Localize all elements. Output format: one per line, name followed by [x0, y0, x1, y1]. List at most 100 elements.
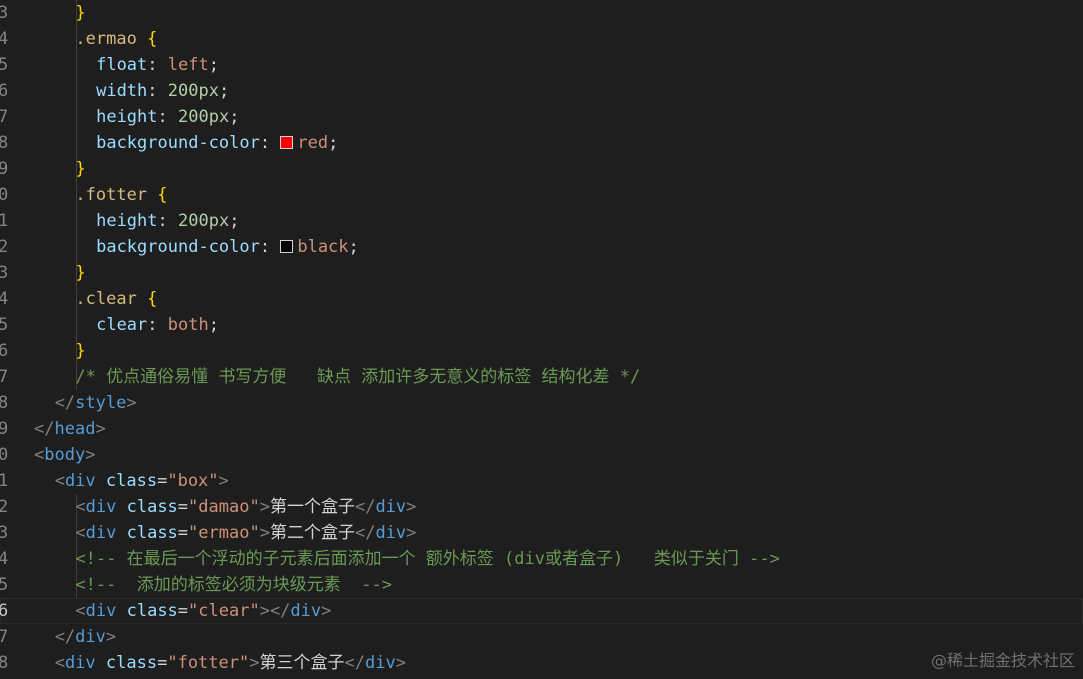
line-number: 7	[0, 367, 9, 387]
code-line[interactable]: 3 <div class="ermao">第二个盒子</div>	[0, 520, 1083, 546]
color-swatch[interactable]	[280, 240, 294, 253]
line-number: 0	[0, 185, 9, 205]
code-token: >	[218, 471, 229, 491]
code-token: div	[364, 653, 396, 673]
code-token: height	[96, 211, 158, 231]
code-line[interactable]: 3}	[0, 260, 1083, 286]
code-line[interactable]: 0 .fotter {	[0, 182, 1083, 208]
code-token: >	[406, 497, 417, 517]
code-token: 第三个盒子	[259, 653, 345, 673]
line-number: 9	[0, 419, 9, 439]
color-swatch[interactable]	[280, 136, 294, 149]
code-token: </	[344, 653, 365, 673]
code-token: >	[105, 627, 117, 647]
code-token: background-color	[96, 133, 260, 153]
code-text: </style>	[55, 390, 137, 416]
code-token: }	[75, 3, 86, 23]
code-line[interactable]: 1 <div class="box">	[0, 468, 1083, 494]
code-token: :	[259, 237, 281, 257]
code-line[interactable]: 9}	[0, 156, 1083, 182]
code-token: background-color	[96, 237, 260, 257]
code-line[interactable]: 4 .clear {	[0, 286, 1083, 312]
code-line[interactable]: 4 <!-- 在最后一个浮动的子元素后面添加一个 额外标签 (div或者盒子) 类…	[0, 546, 1083, 572]
code-token: {	[157, 185, 168, 205]
line-number: 5	[0, 575, 9, 595]
code-token: width	[96, 81, 148, 101]
code-token: :	[157, 211, 178, 231]
code-text: <div class="clear"></div>	[75, 598, 331, 624]
code-text: }	[75, 338, 85, 364]
code-line[interactable]: 0 <body>	[0, 442, 1083, 468]
code-line[interactable]: 6 width: 200px;	[0, 78, 1083, 104]
code-token: "clear"	[188, 601, 260, 621]
watermark: @稀土掘金技术社区	[930, 651, 1075, 670]
code-token: div	[85, 523, 117, 543]
code-text: .fotter {	[75, 182, 167, 208]
code-token: div	[375, 497, 407, 517]
code-line[interactable]: 4 .ermao {	[0, 26, 1083, 52]
code-line[interactable]: 8 </style>	[0, 390, 1083, 416]
code-line[interactable]: 5 <!-- 添加的标签必须为块级元素 -->	[0, 572, 1083, 598]
code-token: div	[85, 497, 117, 517]
code-token: {	[147, 289, 158, 309]
code-line[interactable]: 6 <div class="clear"></div>	[0, 598, 1083, 624]
code-line[interactable]: 3}	[0, 0, 1083, 26]
code-line[interactable]: 7 /* 优点通俗易懂 书写方便 缺点 添加许多无意义的标签 结构化差 */	[0, 364, 1083, 390]
code-token: head	[54, 419, 96, 439]
code-token: >	[395, 653, 406, 673]
code-text: clear: both;	[96, 312, 219, 338]
code-line[interactable]: 2 <div class="damao">第一个盒子</div>	[0, 494, 1083, 520]
code-line[interactable]: 7 height: 200px;	[0, 104, 1083, 130]
code-token: left	[167, 55, 209, 75]
code-token: ;	[229, 107, 240, 127]
code-line[interactable]: 5 float: left;	[0, 52, 1083, 78]
code-token: }	[75, 341, 86, 361]
code-text: <!-- 添加的标签必须为块级元素 -->	[75, 572, 392, 598]
line-number: 2	[0, 237, 9, 257]
line-number: 6	[0, 341, 9, 361]
code-text: }	[75, 260, 85, 286]
code-token: class	[126, 601, 178, 621]
code-token: black	[297, 237, 349, 257]
code-token: </	[54, 627, 76, 647]
line-number: 2	[0, 497, 9, 517]
code-line[interactable]: 6}	[0, 338, 1083, 364]
code-text: </head>	[34, 416, 106, 442]
code-token: .fotter	[75, 185, 148, 205]
code-line[interactable]: 2 background-color: black;	[0, 234, 1083, 260]
code-text: }	[75, 0, 85, 26]
code-line[interactable]: 9 </head>	[0, 416, 1083, 442]
code-text: <!-- 在最后一个浮动的子元素后面添加一个 额外标签 (div或者盒子) 类似…	[75, 546, 779, 572]
code-text: height: 200px;	[96, 104, 239, 130]
code-text: float: left;	[96, 52, 219, 78]
code-token: :	[147, 81, 168, 101]
code-line[interactable]: 1 height: 200px;	[0, 208, 1083, 234]
code-token: =	[157, 471, 168, 491]
code-line[interactable]: 8 <div class="fotter">第三个盒子</div>	[0, 650, 1083, 676]
code-token: <!-- 添加的标签必须为块级元素 -->	[75, 575, 392, 595]
code-token: =	[157, 653, 168, 673]
code-text: <body>	[34, 442, 95, 468]
code-token: "ermao"	[188, 523, 260, 543]
code-editor[interactable]: 3} 4 .ermao {5 float: left; 6 width: 200px; 7 h…	[0, 0, 1083, 679]
line-number: 3	[0, 263, 9, 283]
code-token: class	[105, 653, 158, 673]
code-token: class	[105, 471, 158, 491]
code-line[interactable]: 8 background-color: red;	[0, 130, 1083, 156]
code-token: .clear	[75, 289, 137, 309]
line-number: 1	[0, 471, 9, 491]
code-token: "box"	[167, 471, 219, 491]
code-token: ;	[208, 55, 219, 75]
line-number: 5	[0, 315, 9, 335]
code-token: =	[177, 497, 189, 517]
code-line[interactable]: 7 </div>	[0, 624, 1083, 650]
code-token: </	[34, 419, 55, 439]
code-line[interactable]: 5 clear: both;	[0, 312, 1083, 338]
code-token: class	[126, 523, 178, 543]
code-token: style	[75, 393, 127, 413]
line-number: 3	[0, 3, 9, 23]
code-token: =	[177, 601, 189, 621]
